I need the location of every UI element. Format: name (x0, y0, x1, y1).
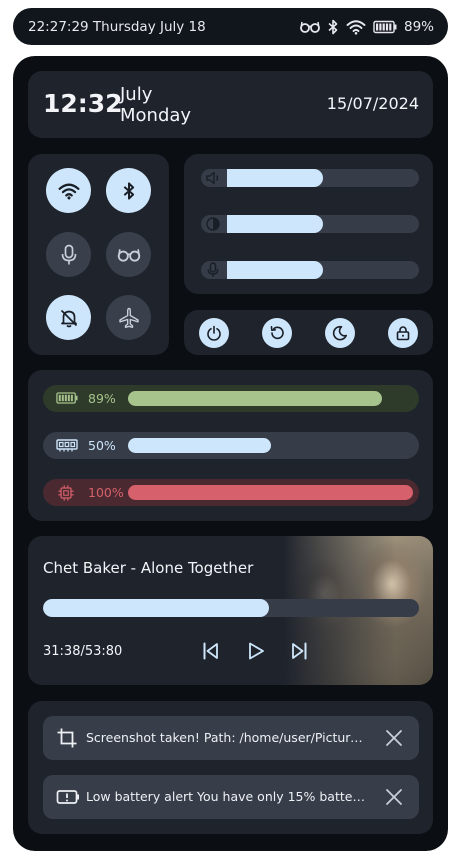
memory-meter-fill (128, 438, 271, 453)
clock-card: 12:32 July Monday 15/07/2024 (28, 71, 433, 138)
bluetooth-icon (122, 181, 136, 201)
battery-meter-fill (128, 391, 382, 406)
sleep-button[interactable] (325, 318, 355, 348)
volume-slider-track[interactable] (201, 169, 419, 187)
volume-slider[interactable] (201, 169, 419, 187)
bell-off-icon (59, 308, 79, 328)
next-icon (289, 641, 309, 661)
play-button[interactable] (244, 639, 268, 663)
battery-icon (373, 20, 397, 34)
ram-icon (56, 437, 78, 454)
lock-button[interactable] (388, 318, 418, 348)
media-progress-bar[interactable] (43, 599, 419, 617)
volume-slider-fill (227, 169, 323, 187)
status-battery-percent: 89% (403, 18, 434, 35)
clock-weekday: Monday (120, 105, 192, 126)
next-button[interactable] (287, 639, 311, 663)
airplane-icon (118, 307, 140, 329)
cpu-icon (56, 484, 76, 501)
play-icon (246, 641, 266, 661)
sliders-card (184, 154, 433, 294)
clock-month-weekday: July Monday (120, 84, 191, 126)
toggle-wifi[interactable] (46, 168, 91, 213)
notification-text: Low battery alert You have only 15% batt… (86, 789, 368, 804)
microphone-icon (205, 262, 221, 278)
brightness-slider[interactable] (201, 215, 419, 233)
battery-meter: 89% (43, 385, 419, 412)
mic-volume-slider[interactable] (201, 261, 419, 279)
restart-icon (269, 325, 285, 341)
notification-item[interactable]: Screenshot taken! Path: /home/user/Pictu… (43, 716, 419, 760)
quick-toggles-card (28, 154, 169, 355)
volume-icon (205, 170, 221, 186)
brightness-slider-track[interactable] (201, 215, 419, 233)
toggle-do-not-disturb[interactable] (46, 295, 91, 340)
screen: 22:27:29 Thursday July 18 89% 12:32 July… (0, 0, 457, 861)
media-progress-fill (43, 599, 269, 617)
cpu-meter: 100% (43, 479, 419, 506)
notification-text: Screenshot taken! Path: /home/user/Pictu… (86, 730, 368, 745)
toggle-bluetooth[interactable] (106, 168, 151, 213)
media-time: 31:38/53:80 (43, 644, 123, 659)
glasses-icon (300, 20, 320, 34)
mic-volume-slider-fill (227, 261, 323, 279)
system-resources-card: 89% 50% 100% (28, 370, 433, 521)
battery-icon (56, 390, 78, 407)
toggle-airplane-mode[interactable] (106, 295, 151, 340)
crop-icon (56, 727, 78, 749)
mic-volume-slider-track[interactable] (201, 261, 419, 279)
lock-icon (395, 325, 411, 341)
close-icon[interactable] (384, 728, 404, 748)
memory-meter-label: 50% (88, 438, 116, 453)
previous-button[interactable] (199, 639, 223, 663)
glasses-icon (117, 247, 141, 263)
status-bar: 22:27:29 Thursday July 18 89% (13, 8, 448, 45)
toggle-reading-glasses[interactable] (106, 232, 151, 277)
brightness-slider-fill (227, 215, 323, 233)
media-title: Chet Baker - Alone Together (43, 559, 254, 577)
previous-icon (201, 641, 221, 661)
bluetooth-icon (327, 19, 339, 35)
brightness-icon (205, 216, 221, 232)
wifi-icon (346, 19, 366, 35)
control-center-panel: 12:32 July Monday 15/07/2024 89% 50% 100… (13, 56, 448, 851)
power-buttons-card (184, 310, 433, 355)
cpu-meter-fill (128, 485, 413, 500)
status-clock: 22:27:29 Thursday July 18 (28, 18, 206, 35)
cpu-meter-label: 100% (88, 485, 124, 500)
moon-icon (332, 325, 348, 341)
clock-month: July (120, 84, 153, 105)
battery-meter-label: 89% (88, 391, 116, 406)
media-player-card: Chet Baker - Alone Together 31:38/53:80 (28, 536, 433, 685)
close-icon[interactable] (384, 787, 404, 807)
clock-date: 15/07/2024 (326, 94, 419, 113)
toggle-microphone[interactable] (46, 232, 91, 277)
wifi-icon (58, 182, 80, 200)
restart-button[interactable] (262, 318, 292, 348)
memory-meter: 50% (43, 432, 419, 459)
notifications-card: Screenshot taken! Path: /home/user/Pictu… (28, 701, 433, 834)
microphone-icon (60, 244, 78, 266)
clock-time: 12:32 (43, 89, 123, 118)
power-icon (206, 325, 222, 341)
shutdown-button[interactable] (199, 318, 229, 348)
battery-alert-icon (56, 786, 79, 808)
status-icons: 89% (300, 19, 434, 35)
notification-item[interactable]: Low battery alert You have only 15% batt… (43, 775, 419, 819)
